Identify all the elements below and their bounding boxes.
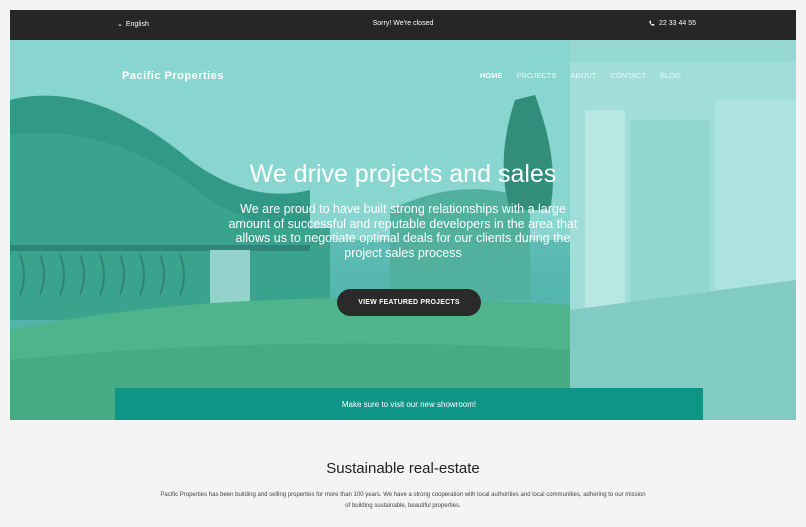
hero-section: Pacific Properties HOME PROJECTS ABOUT C… — [10, 40, 796, 420]
hero-headline: We drive projects and sales — [249, 160, 557, 188]
nav-item-about[interactable]: ABOUT — [571, 71, 597, 80]
top-bar: ⌄ English Sorry! We're closed 22 33 44 5… — [10, 10, 796, 40]
phone-number[interactable]: 22 33 44 55 — [648, 20, 696, 27]
phone-label: 22 33 44 55 — [659, 20, 696, 27]
hero-subtext: We are proud to have built strong relati… — [228, 202, 578, 260]
view-featured-projects-button[interactable]: VIEW FEATURED PROJECTS — [337, 289, 481, 316]
page: ⌄ English Sorry! We're closed 22 33 44 5… — [10, 10, 796, 527]
showroom-banner-text: Make sure to visit our new showroom! — [341, 399, 477, 409]
main-nav: HOME PROJECTS ABOUT CONTACT BLOG — [480, 71, 681, 80]
nav-item-home[interactable]: HOME — [480, 71, 503, 80]
nav-item-contact[interactable]: CONTACT — [610, 71, 646, 80]
section-text: Pacific Properties has been building and… — [160, 492, 646, 509]
section-title: Sustainable real-estate — [326, 460, 480, 477]
nav-item-projects[interactable]: PROJECTS — [517, 71, 557, 80]
showroom-banner[interactable]: Make sure to visit our new showroom! — [115, 388, 703, 420]
nav-item-blog[interactable]: BLOG — [660, 71, 681, 80]
brand-logo[interactable]: Pacific Properties — [122, 70, 224, 82]
phone-icon — [649, 20, 655, 26]
